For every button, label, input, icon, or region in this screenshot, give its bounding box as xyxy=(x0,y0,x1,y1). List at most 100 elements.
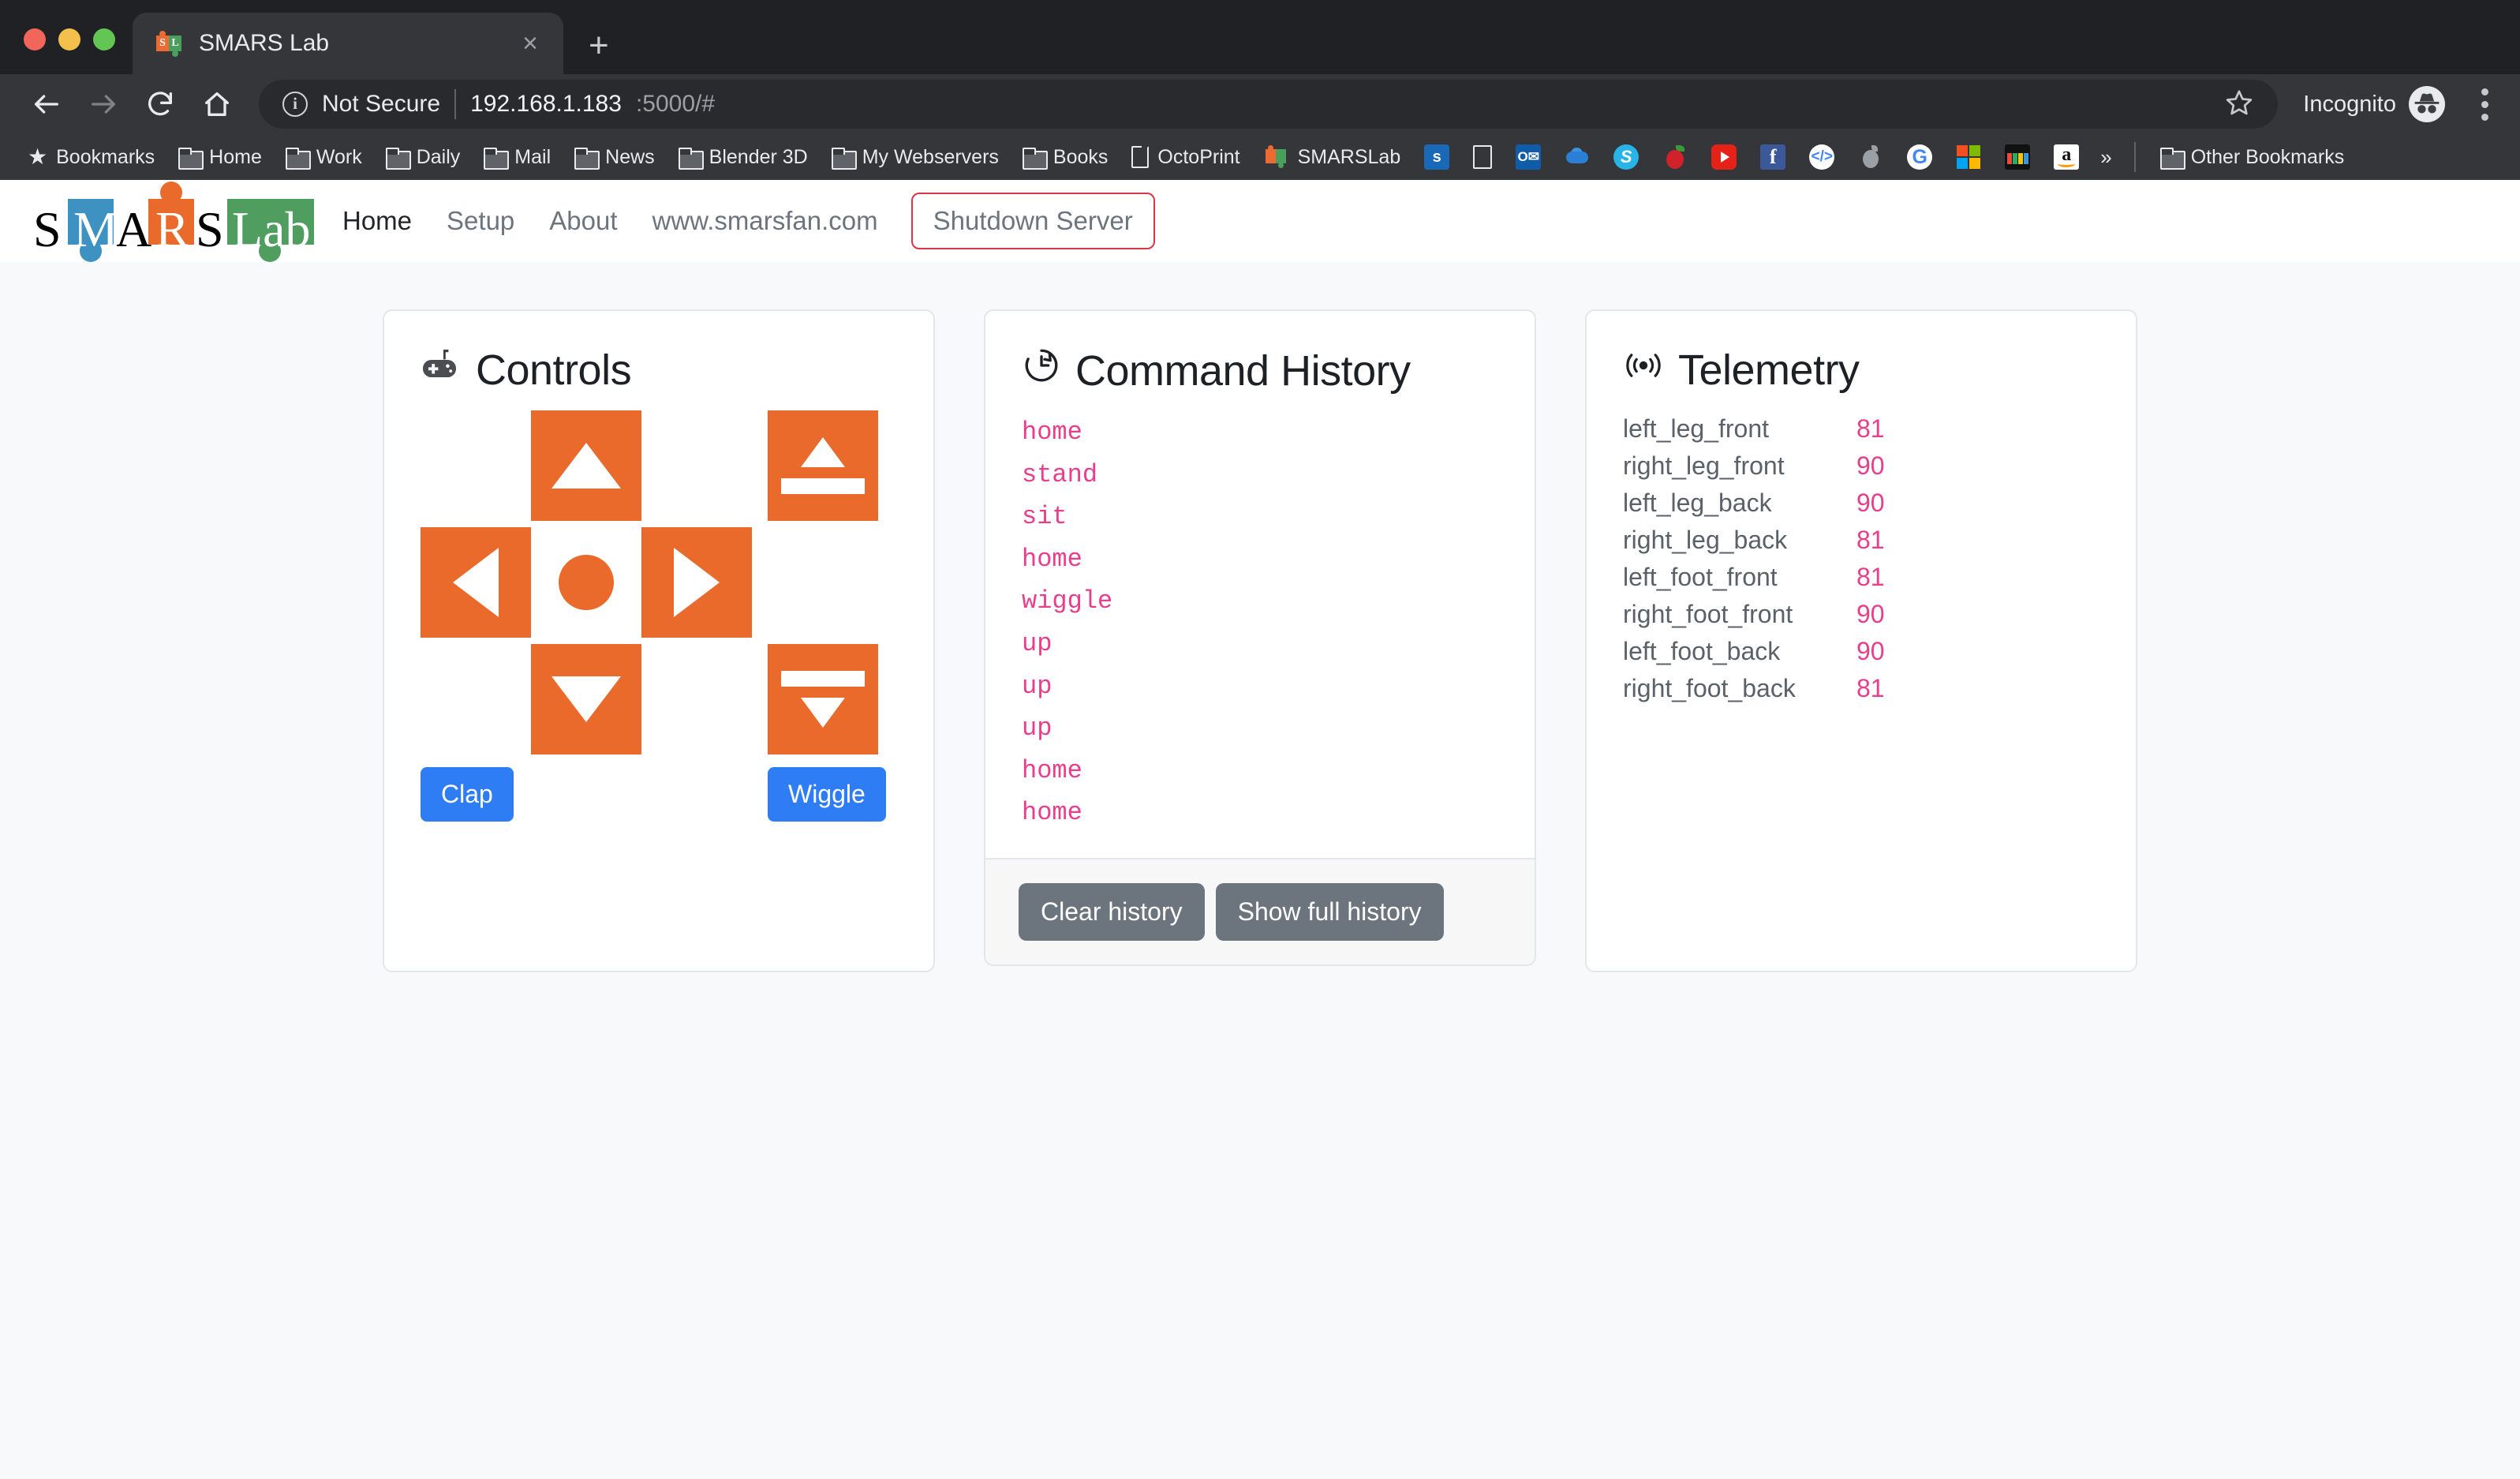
bookmark-item-bookmarks[interactable]: ★ Bookmarks xyxy=(17,139,165,175)
turn-right-button[interactable] xyxy=(641,527,752,638)
shutdown-server-button[interactable]: Shutdown Server xyxy=(910,193,1155,249)
bookmark-item-shopping-bag[interactable] xyxy=(1995,139,2040,175)
table-row: left_foot_back 90 xyxy=(1623,633,2099,670)
bookmark-item-onedrive[interactable] xyxy=(1554,139,1600,175)
list-item: home xyxy=(1022,798,1082,828)
bookmark-item-home[interactable]: Home xyxy=(168,139,272,175)
profile-indicator[interactable]: Incognito xyxy=(2303,86,2445,122)
other-bookmarks-button[interactable]: Other Bookmarks xyxy=(2150,139,2355,175)
bookmark-item-sharepoint[interactable]: s xyxy=(1414,139,1460,175)
smarslab-icon: S L xyxy=(155,29,183,58)
bookmark-item-microsoft[interactable] xyxy=(1946,139,1991,175)
bookmark-item-amazon[interactable]: a xyxy=(2043,139,2089,175)
show-full-history-button[interactable]: Show full history xyxy=(1215,882,1444,941)
command-history-card-header: Command History xyxy=(1022,346,1498,395)
back-arrow-icon[interactable] xyxy=(21,78,73,130)
clap-button[interactable]: Clap xyxy=(421,767,514,822)
bookmark-item-books[interactable]: Books xyxy=(1012,139,1118,175)
dashboard-cards: Controls Clap Wiggle Command History hom… xyxy=(0,262,2520,972)
bookmark-item-facebook[interactable]: f xyxy=(1750,139,1796,175)
table-row: right_leg_front 90 xyxy=(1623,447,2099,485)
nav-item-home[interactable]: Home xyxy=(325,206,429,236)
telemetry-name: right_leg_back xyxy=(1623,526,1788,554)
telemetry-value: 90 xyxy=(1856,451,1885,480)
home-icon[interactable] xyxy=(191,78,243,130)
telemetry-name: left_leg_back xyxy=(1623,489,1772,517)
bookmark-label: Home xyxy=(209,145,262,168)
document-icon xyxy=(1473,145,1493,169)
controls-card: Controls Clap Wiggle xyxy=(383,309,935,972)
close-icon[interactable]: × xyxy=(514,30,546,57)
bookmark-item-google-developers[interactable]: </> xyxy=(1799,139,1845,175)
browser-tab[interactable]: S L SMARS Lab × xyxy=(133,13,563,74)
bookmark-item-blender-3d[interactable]: Blender 3D xyxy=(668,139,818,175)
tab-title: SMARS Lab xyxy=(199,30,330,56)
new-tab-button[interactable]: + xyxy=(589,28,609,63)
bookmark-item-mail[interactable]: Mail xyxy=(473,139,561,175)
bookmarks-overflow-button[interactable]: » xyxy=(2092,145,2119,170)
bookmark-label: Daily xyxy=(416,145,461,168)
bookmark-label: SMARSLab xyxy=(1297,145,1401,168)
bookmark-item-outlook[interactable]: O✉ xyxy=(1505,139,1551,175)
divider xyxy=(2133,142,2136,172)
bookmark-item-my-webservers[interactable]: My Webservers xyxy=(821,139,1009,175)
bookmark-item-work[interactable]: Work xyxy=(275,139,372,175)
forward-arrow-icon[interactable] xyxy=(77,78,129,130)
maximize-window-button[interactable] xyxy=(93,28,115,51)
site-navbar: S M A R S Lab Home Setup About www.smars… xyxy=(0,180,2520,262)
telemetry-card-header: Telemetry xyxy=(1623,346,2099,395)
google-developers-icon: </> xyxy=(1809,144,1835,170)
nav-item-smarsfan[interactable]: www.smarsfan.com xyxy=(635,206,895,236)
bookmark-item-smarslab[interactable]: SMARSLab xyxy=(1254,139,1411,175)
turn-left-button[interactable] xyxy=(421,527,531,638)
bookmark-item-daily[interactable]: Daily xyxy=(376,139,471,175)
telemetry-name: right_foot_back xyxy=(1623,674,1796,702)
table-row: left_foot_front 81 xyxy=(1623,559,2099,596)
address-bar[interactable]: i Not Secure 192.168.1.183 :5000/# xyxy=(259,80,2279,129)
logo-letter-lab: Lab xyxy=(232,201,311,257)
reload-icon[interactable] xyxy=(134,78,186,130)
facebook-icon: f xyxy=(1760,144,1786,170)
list-item: home xyxy=(1022,544,1082,574)
smarslab-logo[interactable]: S M A R S Lab xyxy=(30,182,314,262)
triangle-left-icon xyxy=(453,548,499,617)
incognito-icon[interactable] xyxy=(2409,86,2445,122)
bookmark-item-google[interactable]: G xyxy=(1897,139,1942,175)
bookmark-item-news[interactable]: News xyxy=(564,139,665,175)
telemetry-name: left_foot_back xyxy=(1623,637,1781,665)
smarslab-icon xyxy=(1264,144,1289,170)
info-circle-icon[interactable]: i xyxy=(282,92,308,117)
sit-down-button[interactable] xyxy=(768,644,878,754)
bookmark-item-apple[interactable] xyxy=(1848,139,1894,175)
bookmark-item-apple-red[interactable] xyxy=(1652,139,1698,175)
command-history-card: Command History home stand sit home wigg… xyxy=(984,309,1536,966)
logo-letter-s2: S xyxy=(196,201,224,257)
bookmark-item-skype[interactable]: S xyxy=(1603,139,1649,175)
nav-item-about[interactable]: About xyxy=(532,206,634,236)
telemetry-name: left_foot_front xyxy=(1623,563,1778,591)
bookmark-label: My Webservers xyxy=(862,145,999,168)
telemetry-list: left_leg_front 81 right_leg_front 90 lef… xyxy=(1623,410,2099,707)
bookmark-item-document[interactable] xyxy=(1463,139,1502,175)
folder-icon xyxy=(385,148,411,170)
stand-up-button[interactable] xyxy=(768,410,878,521)
wiggle-button[interactable]: Wiggle xyxy=(768,767,886,822)
bookmark-star-icon[interactable] xyxy=(2224,88,2254,122)
home-stop-button[interactable] xyxy=(531,527,641,638)
profile-label: Incognito xyxy=(2303,91,2396,117)
bookmark-item-youtube[interactable] xyxy=(1701,139,1747,175)
command-history-footer: Clear history Show full history xyxy=(985,857,1535,964)
triangle-down-icon xyxy=(551,676,621,722)
minimize-window-button[interactable] xyxy=(58,28,80,51)
nav-item-setup[interactable]: Setup xyxy=(429,206,532,236)
telemetry-name: left_leg_front xyxy=(1623,414,1770,443)
bookmark-label: Work xyxy=(316,145,362,168)
skype-icon: S xyxy=(1613,144,1639,170)
bookmark-item-octoprint[interactable]: OctoPrint xyxy=(1121,139,1250,175)
stand-up-icon xyxy=(781,437,865,494)
clear-history-button[interactable]: Clear history xyxy=(1019,882,1205,941)
move-backward-button[interactable] xyxy=(531,644,641,754)
kebab-menu-icon[interactable] xyxy=(2470,88,2499,121)
close-window-button[interactable] xyxy=(24,28,46,51)
move-forward-button[interactable] xyxy=(531,410,641,521)
